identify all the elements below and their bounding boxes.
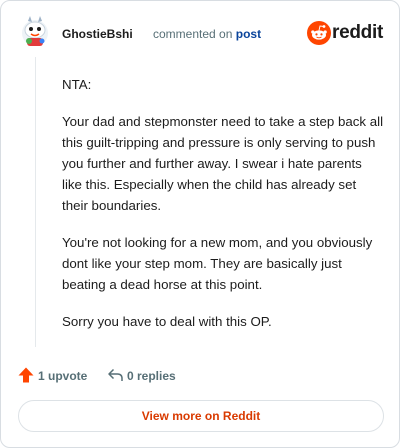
- upvote-count: 1 upvote: [38, 369, 88, 383]
- upvote-arrow-icon: [18, 367, 34, 383]
- comment-paragraph: You're not looking for a new mom, and yo…: [62, 235, 373, 292]
- comment-paragraph: Your dad and stepmonster need to take a …: [62, 114, 384, 213]
- comment-embed-card: GhostieBshi commented on post reddit NTA…: [0, 0, 400, 448]
- comment-paragraph: NTA:: [62, 77, 92, 92]
- comment-author[interactable]: GhostieBshi: [62, 27, 133, 41]
- comment-body: NTA: Your dad and stepmonster need to ta…: [62, 74, 384, 348]
- replies-count: 0 replies: [127, 369, 176, 383]
- thread-line[interactable]: [35, 57, 36, 347]
- view-more-button[interactable]: View more on Reddit: [18, 400, 384, 432]
- post-link[interactable]: post: [236, 27, 261, 41]
- comment-meta: commented on post: [153, 27, 261, 41]
- comment-header: GhostieBshi commented on post reddit: [19, 15, 383, 55]
- snoo-avatar-icon[interactable]: [19, 15, 51, 49]
- reddit-logo-icon: [307, 21, 331, 45]
- comment-paragraph: Sorry you have to deal with this OP.: [62, 314, 272, 329]
- commented-on-text: commented on: [153, 27, 233, 41]
- reddit-wordmark: reddit: [332, 22, 383, 43]
- reply-arrow-icon: [108, 368, 123, 381]
